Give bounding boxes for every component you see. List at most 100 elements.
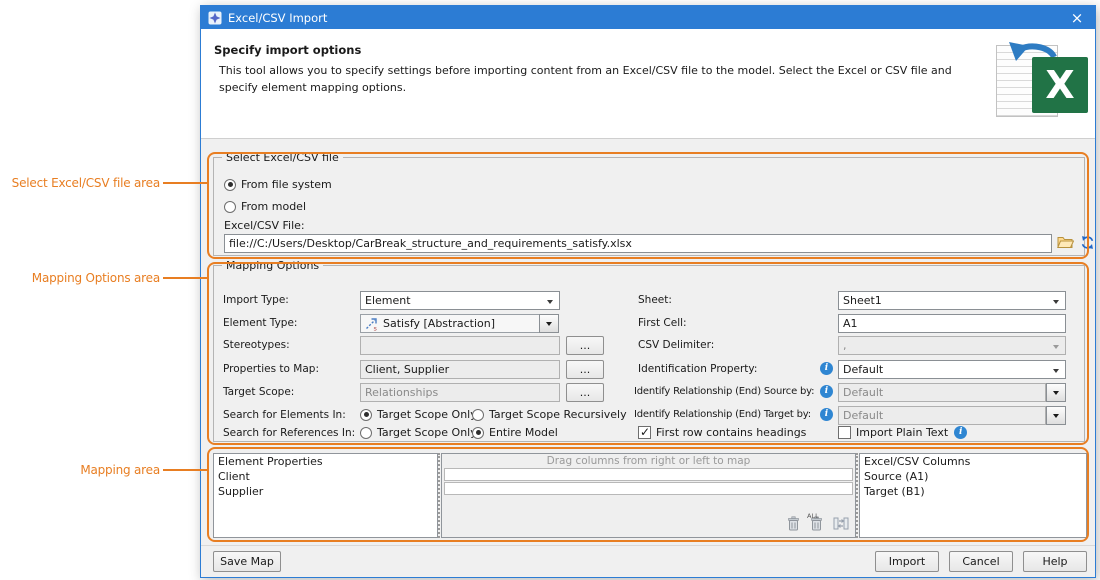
element-properties-panel: Element Properties Client Supplier [213,453,438,538]
csv-delimiter-combo: , [838,336,1066,355]
identify-rel-target-label: Identify Relationship (End) Target by: [634,409,811,420]
chevron-down-icon [1053,391,1059,395]
file-path-field[interactable]: file://C:/Users/Desktop/CarBreak_structu… [224,234,1052,253]
checkbox-label: First row contains headings [656,426,806,439]
element-type-label: Element Type: [223,317,297,329]
stereotypes-browse-button[interactable]: ... [566,336,604,355]
annotation-line [163,469,208,471]
delete-mapping-icon[interactable] [787,516,800,534]
first-cell-field[interactable]: A1 [838,314,1066,333]
identify-rel-source-dropdown-button[interactable] [1046,383,1066,402]
select-file-group-title: Select Excel/CSV file [222,151,343,164]
splitter-dots[interactable] [856,453,858,538]
column-mapping-panel: Drag columns from right or left to map A… [441,453,856,538]
identification-property-combo[interactable]: Default [838,360,1066,379]
radio-from-model-label: From model [241,200,306,213]
dialog-header: Specify import options This tool allows … [201,29,1095,139]
radio-references-target-scope-only[interactable]: Target Scope Only [360,426,477,439]
all-label: ALL [807,512,819,520]
chevron-down-icon [1053,345,1059,349]
checkbox-unchecked-icon [838,426,851,439]
element-properties-title: Element Properties [214,454,437,469]
annotation-line [163,277,208,279]
list-item[interactable]: Source (A1) [860,469,1086,484]
radio-label: Target Scope Only [377,408,477,421]
mapping-options-group-title: Mapping Options [222,259,323,272]
open-folder-icon[interactable] [1057,235,1074,252]
checkbox-first-row-headings[interactable]: First row contains headings [638,426,806,439]
chevron-down-icon [546,322,552,326]
save-map-button[interactable]: Save Map [213,551,281,572]
search-elements-label: Search for Elements In: [223,409,346,421]
list-item[interactable]: Target (B1) [860,484,1086,499]
properties-to-map-label: Properties to Map: [223,363,319,375]
identify-rel-target-dropdown-button[interactable] [1046,406,1066,425]
mapping-slot[interactable] [444,468,853,481]
identification-property-value: Default [843,363,883,376]
properties-browse-button[interactable]: ... [566,360,604,379]
close-icon[interactable]: × [1059,6,1095,29]
cancel-button[interactable]: Cancel [949,551,1013,572]
identify-rel-target-field: Default [838,406,1046,425]
refresh-icon[interactable] [1080,235,1095,253]
chevron-down-icon [1053,369,1059,373]
help-button[interactable]: Help [1023,551,1087,572]
radio-selected-icon [360,409,372,421]
drag-columns-hint: Drag columns from right or left to map [442,454,855,468]
import-type-combo[interactable]: Element [360,291,560,310]
import-button[interactable]: Import [875,551,939,572]
radio-elements-target-scope-recursively[interactable]: Target Scope Recursively [472,408,627,421]
radio-from-file-system[interactable]: From file system [224,178,332,191]
import-type-value: Element [365,294,411,307]
identify-rel-source-label: Identify Relationship (End) Source by: [634,386,814,397]
info-icon: i [820,408,833,421]
app-icon [208,11,222,25]
radio-selected-icon [224,179,236,191]
mapping-options-group: Mapping Options Import Type: Element She… [213,265,1085,442]
target-scope-value: Relationships [365,386,438,399]
excel-csv-import-dialog: Excel/CSV Import × Specify import option… [200,5,1096,578]
select-file-group: Select Excel/CSV file From file system F… [213,157,1085,256]
auto-map-icon[interactable] [833,516,849,534]
target-scope-field: Relationships [360,383,560,402]
search-references-label: Search for References In: [223,427,355,439]
sheet-label: Sheet: [638,294,672,306]
excel-csv-columns-title: Excel/CSV Columns [860,454,1086,469]
import-type-label: Import Type: [223,294,289,306]
element-type-value: Satisfy [Abstraction] [383,317,495,330]
header-description: This tool allows you to specify settings… [219,63,991,96]
identification-property-label: Identification Property: [638,363,757,375]
checkbox-import-plain-text[interactable]: Import Plain Text i [838,426,967,439]
radio-references-entire-model[interactable]: Entire Model [472,426,558,439]
first-cell-value: A1 [843,317,858,330]
element-type-dropdown-button[interactable] [539,314,559,333]
page: Select Excel/CSV file area Mapping Optio… [0,0,1100,580]
stereotypes-field [360,336,560,355]
satisfy-icon: s [364,316,379,331]
identify-rel-source-value: Default [843,386,883,399]
target-scope-browse-button[interactable]: ... [566,383,604,402]
splitter-dots[interactable] [438,453,440,538]
chevron-down-icon [1053,414,1059,418]
list-item[interactable]: Supplier [214,484,437,499]
annotation-line [163,182,208,184]
excel-import-icon: X [996,41,1090,121]
titlebar[interactable]: Excel/CSV Import × [201,6,1095,29]
properties-to-map-value: Client, Supplier [365,363,449,376]
mapping-slot[interactable] [444,482,853,495]
excel-x-icon: X [1032,57,1088,113]
element-type-field: s Satisfy [Abstraction] [360,314,540,333]
radio-label: Entire Model [489,426,558,439]
radio-selected-icon [472,427,484,439]
radio-elements-target-scope-only[interactable]: Target Scope Only [360,408,477,421]
radio-from-model[interactable]: From model [224,200,306,213]
properties-to-map-field: Client, Supplier [360,360,560,379]
delete-all-mappings-icon[interactable]: ALL [810,516,823,534]
button-bar: Save Map Import Cancel Help [201,545,1095,577]
list-item[interactable]: Client [214,469,437,484]
info-icon: i [820,362,833,375]
radio-label: Target Scope Only [377,426,477,439]
sheet-combo[interactable]: Sheet1 [838,291,1066,310]
first-cell-label: First Cell: [638,317,687,329]
radio-label: Target Scope Recursively [489,408,627,421]
